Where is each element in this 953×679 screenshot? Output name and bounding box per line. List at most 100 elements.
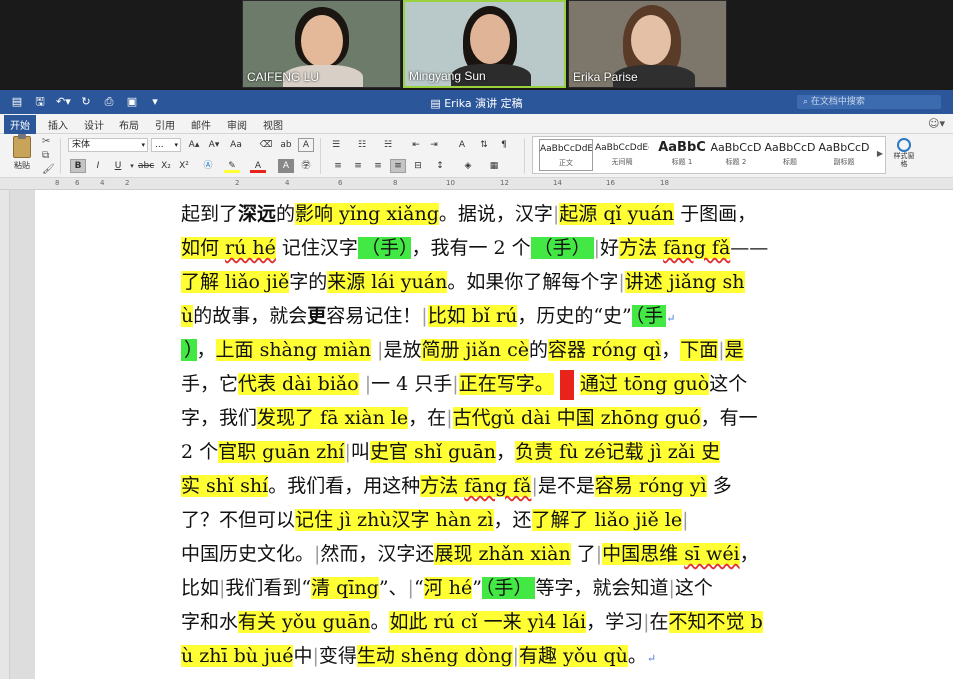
participant-name: CAIFENG LU (247, 70, 320, 84)
participant-tile[interactable]: CAIFENG LU (242, 0, 401, 88)
document-line: ù zhī bù jué中|变得生动 shēng dòng|有趣 yǒu qù。… (181, 645, 657, 667)
chevron-down-icon: ▾ (174, 141, 178, 149)
decrease-indent-icon[interactable]: ⇤ (408, 138, 424, 152)
ribbon-home: 粘贴 ✂ ⧉ 🖌 宋体 ▾ ... ▾ A▴ A▾ Aa ⌫ ab A B I U … (0, 134, 953, 178)
distributed-icon[interactable]: ⊟ (410, 159, 426, 173)
ruler-tick: 16 (606, 179, 615, 187)
ruler-tick: 8 (393, 179, 398, 187)
clipboard-icon (13, 134, 31, 158)
video-strip: CAIFENG LU Mingyang Sun Erika Parise (0, 0, 953, 90)
ruler-tick: 4 (100, 179, 105, 187)
document-icon: ▤ (430, 97, 445, 110)
highlight-color-icon[interactable]: ✎ (224, 159, 240, 173)
style-subtitle[interactable]: AaBbCcD 副标题 (817, 139, 871, 171)
tab-references[interactable]: 引用 (155, 117, 175, 132)
ribbon-divider (320, 138, 321, 174)
multilevel-list-icon[interactable]: ☵ (380, 138, 396, 152)
show-marks-icon[interactable]: ¶ (496, 138, 512, 152)
sort-icon[interactable]: ⇅ (476, 138, 492, 152)
italic-button[interactable]: I (90, 159, 106, 173)
title-bar: ▤ 🖫 ↶▾ ↻ ⎙ ▣ ▾ ▤ Erika 演讲 定稿 ⌕ 在文档中搜索 (0, 90, 953, 114)
document-line: 手，它代表 dài biǎo |一 4 只手|正在写字。 通过 tōng guò… (181, 370, 747, 400)
ruler-tick: 12 (500, 179, 509, 187)
paste-label: 粘贴 (14, 161, 30, 170)
document-line: 实 shǐ shí。我们看，用这种方法 fāng fǎ|是不是容易 róng y… (181, 475, 732, 497)
copy-icon[interactable]: ⧉ (42, 150, 49, 161)
document-search-input[interactable]: ⌕ 在文档中搜索 (797, 95, 941, 109)
ribbon-divider (524, 138, 525, 174)
participant-face (301, 15, 343, 67)
tab-view[interactable]: 视图 (263, 117, 283, 132)
chevron-down-icon: ▾ (141, 141, 145, 149)
ruler-tick: 2 (125, 179, 130, 187)
horizontal-ruler[interactable]: 8 6 4 2 2 4 6 8 10 12 14 16 18 (0, 178, 953, 190)
numbering-icon[interactable]: ☷ (354, 138, 370, 152)
shrink-font-icon[interactable]: A▾ (206, 138, 222, 152)
paste-button[interactable]: 粘贴 (8, 134, 36, 171)
styles-scroll-icon[interactable]: ▶ (877, 149, 883, 158)
char-shading-icon[interactable]: A (278, 159, 294, 173)
align-left-icon[interactable]: ≡ (330, 159, 346, 173)
participant-name: Erika Parise (573, 70, 638, 84)
document-line: 起到了深远的影响 yǐng xiǎng。据说，汉字|起源 qǐ yuán 于图画… (181, 203, 757, 225)
shading-icon[interactable]: ◈ (460, 159, 476, 173)
font-name-select[interactable]: 宋体 ▾ (68, 138, 148, 152)
char-border-icon[interactable]: A (298, 138, 314, 152)
tab-mailings[interactable]: 邮件 (191, 117, 211, 132)
ruler-tick: 2 (235, 179, 240, 187)
increase-indent-icon[interactable]: ⇥ (426, 138, 442, 152)
tab-review[interactable]: 审阅 (227, 117, 247, 132)
clear-format-icon[interactable]: ⌫ (258, 138, 274, 152)
document-line: 中国历史文化。|然而，汉字还展现 zhǎn xiàn 了|中国思维 sī wéi… (181, 543, 759, 565)
phonetic-guide-icon[interactable]: ab (278, 138, 294, 152)
text-effects-icon[interactable]: Ⓐ (200, 159, 216, 173)
superscript-button[interactable]: X² (176, 159, 192, 173)
line-spacing-icon[interactable]: ↕ (432, 159, 448, 173)
change-case-icon[interactable]: Aa (228, 138, 244, 152)
ruler-tick: 4 (285, 179, 290, 187)
participant-face (631, 15, 671, 65)
justify-icon[interactable]: ≡ (390, 159, 406, 173)
align-center-icon[interactable]: ≡ (350, 159, 366, 173)
format-painter-icon[interactable]: 🖌 (42, 164, 55, 175)
styles-pane-button[interactable]: 样式窗格 (893, 138, 915, 168)
participant-name: Mingyang Sun (409, 69, 486, 83)
strikethrough-button[interactable]: abc (138, 159, 154, 173)
document-line: ù的故事，就会更容易记住！|比如 bǐ rú，历史的“史” （手 ↵ (181, 305, 676, 327)
vertical-ruler[interactable] (0, 190, 10, 679)
style-title[interactable]: AaBbCcD 标题 (763, 139, 817, 171)
ruler-tick: 8 (55, 179, 60, 187)
style-normal[interactable]: AaBbCcDdEe正文 (539, 139, 593, 171)
document-line: 字和水有关 yǒu guān。如此 rú cǐ 一来 yì4 lái，学习|在不… (181, 611, 763, 633)
borders-icon[interactable]: ▦ (486, 159, 502, 173)
participant-tile-active-speaker[interactable]: Mingyang Sun (403, 0, 566, 88)
participant-tile[interactable]: Erika Parise (568, 0, 727, 88)
ruler-tick: 18 (660, 179, 669, 187)
bold-button[interactable]: B (70, 159, 86, 173)
style-heading-2[interactable]: AaBbCcD 标题 2 (709, 139, 763, 171)
tab-insert[interactable]: 插入 (48, 117, 68, 132)
bullets-icon[interactable]: ☰ (328, 138, 344, 152)
cut-icon[interactable]: ✂ (42, 136, 50, 147)
style-no-spacing[interactable]: AaBbCcDdEe 无间隔 (595, 139, 649, 171)
tab-design[interactable]: 设计 (84, 117, 104, 132)
document-page[interactable]: 起到了深远的影响 yǐng xiǎng。据说，汉字|起源 qǐ yuán 于图画… (35, 190, 953, 679)
feedback-smiley-icon[interactable]: ☺▾ (928, 117, 945, 130)
ruler-tick: 6 (75, 179, 80, 187)
tab-layout[interactable]: 布局 (119, 117, 139, 132)
document-line: 2 个官职 guān zhí|叫史官 shǐ guān，负责 fù zé记载 j… (181, 441, 721, 463)
chinese-layout-icon[interactable]: A (454, 138, 470, 152)
document-line: 字，我们发现了 fā xiàn le，在|古代gǔ dài 中国 zhōng g… (181, 407, 758, 429)
ribbon-tabs: 开始 插入 设计 布局 引用 邮件 审阅 视图 ☺▾ (0, 114, 953, 134)
enclose-char-icon[interactable]: ㊫ (298, 159, 314, 173)
grow-font-icon[interactable]: A▴ (186, 138, 202, 152)
style-heading-1[interactable]: AaBbC 标题 1 (655, 139, 709, 171)
tab-home[interactable]: 开始 (4, 115, 36, 134)
subscript-button[interactable]: X₂ (158, 159, 174, 173)
align-right-icon[interactable]: ≡ (370, 159, 386, 173)
styles-pane-icon (897, 138, 911, 152)
search-icon: ⌕ (803, 97, 811, 107)
font-color-icon[interactable]: A (250, 159, 266, 173)
ribbon-divider (60, 138, 61, 174)
font-size-select[interactable]: ... ▾ (151, 138, 181, 152)
